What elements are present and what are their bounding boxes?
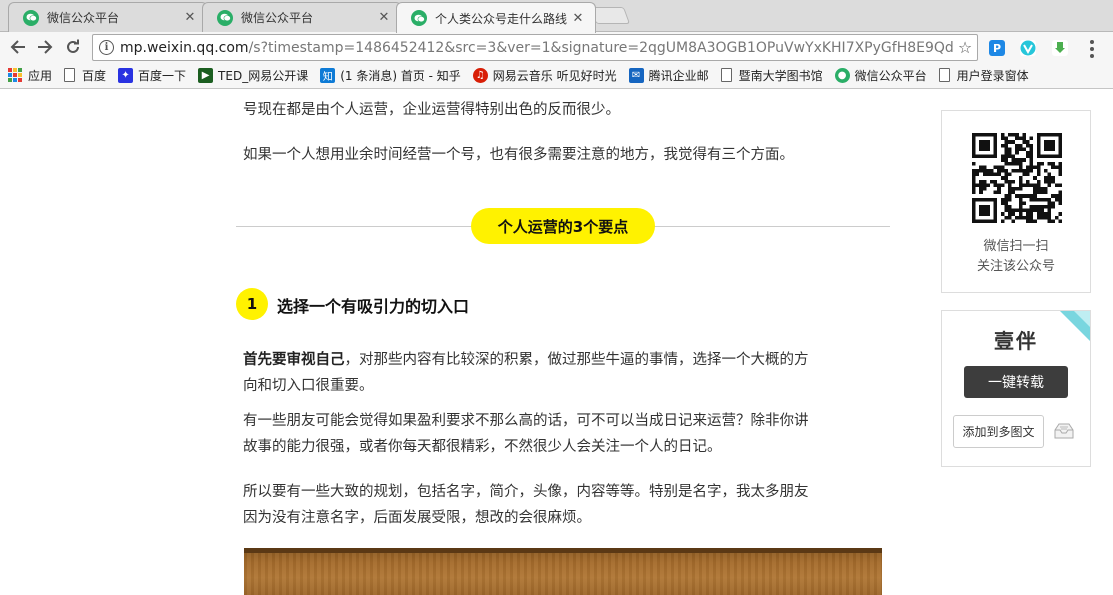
v-extension-icon[interactable]	[1020, 40, 1036, 56]
menu-dots-icon[interactable]	[1090, 40, 1094, 58]
tab-title: 微信公众平台	[241, 11, 314, 25]
baidu-paw-icon: ✦	[118, 67, 134, 83]
page-icon	[64, 68, 76, 82]
paragraph-1-line-2: 向和切入口很重要。	[243, 378, 374, 394]
tab-wechat-2[interactable]: 微信公众平台 ✕	[202, 2, 402, 32]
bookmark-ted[interactable]: ▶ TED_网易公开课	[198, 67, 308, 84]
bookmark-label: 微信公众平台	[854, 68, 927, 83]
url-text: mp.weixin.qq.com/s?timestamp=1486452412&…	[120, 40, 953, 56]
info-icon[interactable]: i	[99, 40, 114, 55]
intro-paragraph: 如果一个人想用业余时间经营一个号，也有很多需要注意的地方，我觉得有三个方面。	[243, 147, 794, 163]
close-icon[interactable]: ✕	[377, 10, 391, 25]
bookmark-label: 应用	[28, 68, 53, 83]
bookmark-star-icon[interactable]: ☆	[953, 38, 977, 57]
qr-card: 微信扫一扫 关注该公众号	[941, 110, 1091, 293]
tab-wechat-1[interactable]: 微信公众平台 ✕	[8, 2, 208, 32]
point-heading: 选择一个有吸引力的切入口	[277, 297, 470, 316]
forward-arrow-icon[interactable]	[33, 36, 57, 58]
paragraph-1-bold: 首先要审视自己	[243, 352, 345, 368]
section-title: 个人运营的3个要点	[471, 208, 655, 244]
close-icon[interactable]: ✕	[571, 11, 585, 26]
qr-caption-line-1: 微信扫一扫	[983, 239, 1049, 254]
bookmark-wechat-platform[interactable]: ● 微信公众平台	[834, 67, 927, 84]
bookmarks-bar: 应用 百度 ✦ 百度一下 ▶ TED_网易公开课 知 (1 条消息) 首页 - …	[0, 62, 1113, 89]
p-extension-icon[interactable]: P	[989, 40, 1005, 56]
add-to-multi-article-button[interactable]: 添加到多图文	[953, 415, 1044, 448]
wechat-icon	[411, 10, 427, 26]
bookmark-user-login[interactable]: 用户登录窗体	[938, 67, 1029, 84]
ted-icon: ▶	[198, 67, 214, 83]
qr-code-image	[972, 133, 1062, 223]
paragraph-2-line-2: 故事的能力很强，或者你每天都很精彩，不然很少人会关注一个人的日记。	[243, 439, 722, 455]
wechat-icon: ●	[834, 67, 850, 83]
bookmark-baidu[interactable]: 百度	[64, 67, 106, 84]
bookmark-label: 百度	[82, 68, 107, 83]
bookmark-label: (1 条消息) 首页 - 知乎	[340, 68, 461, 83]
download-extension-icon[interactable]	[1052, 40, 1068, 56]
qr-caption: 微信扫一扫 关注该公众号	[942, 237, 1090, 277]
mail-icon: ✉	[628, 67, 644, 83]
intro-line: 号现在都是由个人运营，企业运营得特别出色的反而很少。	[243, 102, 620, 118]
zhihu-icon: 知	[320, 67, 336, 83]
point-number-badge: 1	[236, 288, 268, 320]
qr-caption-line-2: 关注该公众号	[976, 259, 1055, 274]
one-click-repost-button[interactable]: 一键转载	[964, 366, 1068, 398]
bookmark-label: 用户登录窗体	[956, 68, 1029, 83]
bookmark-apps[interactable]: 应用	[8, 67, 52, 84]
paragraph-2-line-1: 有一些朋友可能会觉得如果盈利要求不那么高的话，可不可以当成日记来运营？除非你讲	[243, 413, 809, 429]
apps-grid-icon	[8, 68, 22, 82]
close-icon[interactable]: ✕	[183, 10, 197, 25]
article-image	[244, 548, 882, 595]
tab-title: 个人类公众号走什么路线	[435, 11, 568, 26]
bookmark-label: 百度一下	[138, 68, 187, 83]
url-host: mp.weixin.qq.com	[120, 39, 249, 56]
bookmark-zhihu[interactable]: 知 (1 条消息) 首页 - 知乎	[320, 67, 461, 84]
netease-music-icon: ♫	[472, 67, 488, 83]
url-path: /s?timestamp=1486452412&src=3&ver=1&sign…	[248, 39, 953, 56]
wechat-icon	[217, 9, 233, 26]
bookmark-label: 腾讯企业邮	[648, 68, 709, 83]
wechat-icon	[23, 9, 39, 26]
address-bar[interactable]: i mp.weixin.qq.com/s?timestamp=148645241…	[92, 34, 978, 61]
bookmark-label: 暨南大学图书馆	[738, 68, 823, 83]
browser-toolbar: i mp.weixin.qq.com/s?timestamp=148645241…	[0, 32, 1113, 62]
bookmark-label: 网易云音乐 听见好时光	[492, 68, 617, 83]
tab-article-active[interactable]: 个人类公众号走什么路线 ✕	[396, 2, 596, 33]
brand-logo: 壹伴	[994, 329, 1038, 353]
bookmark-baidu-search[interactable]: ✦ 百度一下	[118, 67, 186, 84]
tab-title: 微信公众平台	[47, 11, 120, 25]
paragraph-1: 首先要审视自己，对那些内容有比较深的积累，做过那些牛逼的事情，选择一个大概的方 …	[243, 347, 883, 399]
paragraph-3-line-2: 因为没有注意名字，后面发展受限，想改的会很麻烦。	[243, 510, 591, 526]
tab-strip: 微信公众平台 ✕ 微信公众平台 ✕ 个人类公众号走什么路线 ✕	[0, 0, 1113, 33]
paragraph-3-line-1: 所以要有一些大致的规划，包括名字，简介，头像，内容等等。特别是名字，我太多朋友	[243, 484, 809, 500]
paragraph-2: 有一些朋友可能会觉得如果盈利要求不那么高的话，可不可以当成日记来运营？除非你讲 …	[243, 408, 883, 460]
bookmark-label: TED_网易公开课	[218, 68, 309, 83]
article-page: 号现在都是由个人运营，企业运营得特别出色的反而很少。 如果一个人想用业余时间经营…	[0, 90, 1113, 595]
tray-icon[interactable]	[1053, 422, 1075, 440]
paragraph-3: 所以要有一些大致的规划，包括名字，简介，头像，内容等等。特别是名字，我太多朋友 …	[243, 479, 883, 531]
paragraph-1-line-1: ，对那些内容有比较深的积累，做过那些牛逼的事情，选择一个大概的方	[344, 352, 809, 368]
reload-icon[interactable]	[61, 36, 85, 58]
page-icon	[938, 68, 950, 82]
yiban-tool-card: 壹伴 一键转载 添加到多图文	[941, 310, 1091, 467]
page-icon	[720, 68, 732, 82]
back-arrow-icon[interactable]	[6, 36, 30, 58]
bookmark-tencent-mail[interactable]: ✉ 腾讯企业邮	[628, 67, 709, 84]
bookmark-jnu-library[interactable]: 暨南大学图书馆	[720, 67, 823, 84]
bookmark-netease-music[interactable]: ♫ 网易云音乐 听见好时光	[472, 67, 617, 84]
